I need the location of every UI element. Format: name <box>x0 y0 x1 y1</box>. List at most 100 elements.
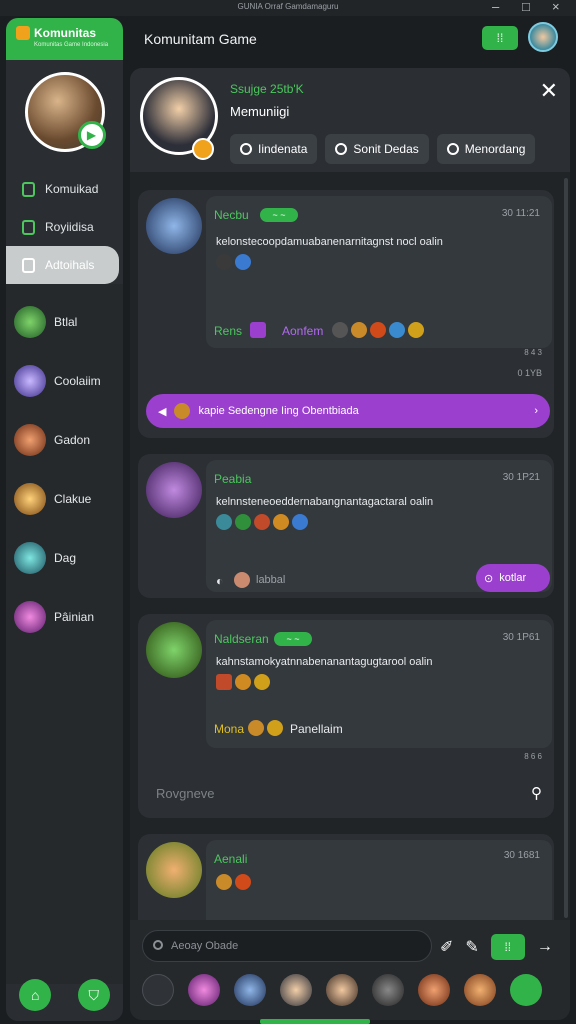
attach-icon[interactable]: ✐ <box>440 937 453 957</box>
tab-sonit-dedas[interactable]: Sonit Dedas <box>325 134 429 164</box>
grid-menu-icon[interactable]: ⁞⁞ <box>482 26 518 50</box>
avatar[interactable] <box>234 974 266 1006</box>
post-avatar[interactable] <box>146 462 202 518</box>
post-avatar[interactable] <box>146 842 202 898</box>
emoji-icon <box>216 874 232 890</box>
emoji-icon <box>216 514 232 530</box>
scrollbar[interactable] <box>564 178 568 918</box>
reaction-row[interactable] <box>332 322 424 338</box>
minimize-icon[interactable]: – <box>492 0 499 14</box>
emoji-picker-icon[interactable] <box>142 974 174 1006</box>
close-window-icon[interactable]: × <box>552 0 560 14</box>
post-author[interactable]: Aenali <box>214 852 247 866</box>
avatar[interactable] <box>280 974 312 1006</box>
channel-avatar <box>14 600 46 633</box>
channel-avatar <box>14 423 46 456</box>
close-icon[interactable]: ✕ <box>540 78 558 104</box>
shield-icon[interactable] <box>510 974 542 1006</box>
channel-item[interactable]: Dag <box>6 528 123 587</box>
profile-avatar[interactable]: ▶ <box>24 72 106 152</box>
emoji-icon <box>351 322 367 338</box>
brand-subtitle: Komunitas Game Indonesia <box>34 42 109 48</box>
emoji-icon <box>235 874 251 890</box>
emoji-icon <box>254 514 270 530</box>
avatar[interactable] <box>188 974 220 1006</box>
footer-label[interactable]: Mona <box>214 722 244 736</box>
emoji-icon <box>292 514 308 530</box>
channel-avatar <box>14 482 46 515</box>
emoji-icon <box>216 674 232 690</box>
search-icon[interactable]: ⚲ <box>531 784 542 802</box>
footer-label: labbal <box>256 574 286 586</box>
post-time: 30 1681 <box>503 850 540 861</box>
post-avatar[interactable] <box>146 622 202 678</box>
post-card: Aenali 30 1681 <box>138 834 554 934</box>
nav-item-adtoihals[interactable]: Adtoihals <box>6 246 119 284</box>
avatar[interactable] <box>372 974 404 1006</box>
channel-item[interactable]: Gadon <box>6 410 123 469</box>
tab-iindenata[interactable]: Iindenata <box>230 134 318 164</box>
footer-tag[interactable]: Aonfem <box>282 324 323 338</box>
channel-item[interactable]: Pâinian <box>6 587 123 646</box>
hero-tabs: Iindenata Sonit Dedas Menordang <box>230 134 536 164</box>
badge-icon <box>192 138 214 160</box>
avatar[interactable] <box>326 974 358 1006</box>
composer-actions: ✐ ✎ ⁞⁞ → <box>440 934 553 960</box>
online-chip: ~ ~ <box>274 632 312 646</box>
post-time: 30 1P21 <box>502 472 540 483</box>
play-icon[interactable]: ▶ <box>77 121 106 149</box>
event-banner[interactable]: ◀ kapie Sedengne Iing Obentbiada › <box>146 394 550 428</box>
shield-icon[interactable]: ⛉ <box>77 979 110 1011</box>
post-time: 30 11:21 <box>501 208 540 219</box>
logo-icon <box>16 26 30 40</box>
post-author[interactable]: Peabia <box>214 472 251 486</box>
post-time: 30 1P61 <box>502 632 540 643</box>
channel-avatar <box>14 541 46 574</box>
reaction-row[interactable] <box>248 720 283 736</box>
post-author[interactable]: Naldseran <box>214 632 269 646</box>
title-bar: GUNIA Orraf Gamdamaguru – □ × <box>0 0 576 16</box>
post-card: Necbu ~ ~ 30 11:21 kelonstecoopdamuabane… <box>138 190 554 438</box>
post-author[interactable]: Necbu <box>214 208 249 222</box>
emoji-icon <box>235 674 251 690</box>
nav-item-komuikad[interactable]: Komuikad <box>6 170 123 208</box>
user-avatar[interactable] <box>528 22 558 52</box>
search-input[interactable]: Aeoay Obade <box>142 930 432 962</box>
reply-input[interactable]: Rovgneve <box>156 786 215 801</box>
emoji-icon <box>332 322 348 338</box>
loading-icon: ◐ <box>216 574 224 588</box>
emoji-icon <box>216 254 232 270</box>
emoji-icon <box>389 322 405 338</box>
avatar[interactable] <box>418 974 450 1006</box>
circle-icon: ⊙ <box>484 572 494 585</box>
pen-icon[interactable]: ✎ <box>465 937 478 957</box>
sidebar-nav: Komuikad Royiidisa Adtoihals <box>6 170 123 284</box>
emoji-icon <box>370 322 386 338</box>
sidebar: Komunitas Komunitas Game Indonesia ▶ Kom… <box>6 18 123 1021</box>
circle-icon <box>335 143 348 155</box>
emoji-icon <box>235 254 251 270</box>
hero-stat: Ssujge 25tb'K <box>230 82 304 96</box>
brand-name: Komunitas <box>34 26 97 40</box>
post-meta: 8 4 3 <box>524 348 542 357</box>
channel-avatar <box>14 305 46 338</box>
avatar[interactable] <box>464 974 496 1006</box>
post-avatar[interactable] <box>146 198 202 254</box>
message-bubble: Necbu ~ ~ 30 11:21 kelonstecoopdamuabane… <box>206 196 552 348</box>
home-icon[interactable]: ⌂ <box>19 979 52 1011</box>
channel-item[interactable]: Coolaiim <box>6 351 123 410</box>
footer-tag[interactable]: Panellaim <box>290 722 343 736</box>
footer-label[interactable]: Rens <box>214 324 242 338</box>
post-card: Naldseran ~ ~ 30 1P61 kahnstamokyatnnabe… <box>138 614 554 818</box>
grid-menu-icon[interactable]: ⁞⁞ <box>490 934 525 960</box>
action-button[interactable]: ⊙ kotlar <box>476 564 550 592</box>
maximize-icon[interactable]: □ <box>522 0 530 14</box>
emoji-row <box>216 514 308 530</box>
nav-item-royiidisa[interactable]: Royiidisa <box>6 208 123 246</box>
page-icon <box>22 257 35 273</box>
channel-item[interactable]: Btlal <box>6 292 123 351</box>
channel-item[interactable]: Clakue <box>6 469 123 528</box>
brand-header[interactable]: Komunitas Komunitas Game Indonesia <box>6 18 123 60</box>
tab-menordang[interactable]: Menordang <box>436 134 536 164</box>
send-icon[interactable]: → <box>537 938 553 956</box>
